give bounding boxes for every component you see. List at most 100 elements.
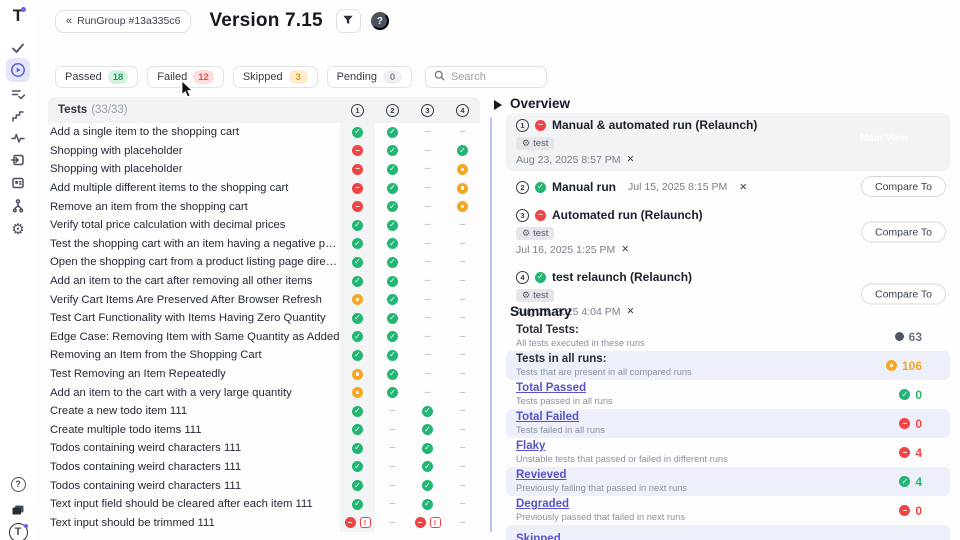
status-cell[interactable]: – bbox=[410, 257, 445, 267]
table-row[interactable]: Edge Case: Removing Item with Same Quant… bbox=[48, 328, 480, 347]
status-cell[interactable] bbox=[445, 164, 480, 175]
table-row[interactable]: Removing an Item from the Shopping Cart✓… bbox=[48, 346, 480, 365]
status-cell[interactable]: ✓ bbox=[340, 421, 375, 440]
status-cell[interactable]: – bbox=[410, 183, 445, 193]
sidebar-item-branches[interactable] bbox=[6, 194, 30, 218]
status-cell[interactable]: – bbox=[445, 127, 480, 137]
filter-chip-pending[interactable]: Pending0 bbox=[327, 66, 412, 88]
status-cell[interactable]: – bbox=[445, 257, 480, 267]
status-cell[interactable]: – bbox=[375, 406, 410, 416]
remove-run-icon[interactable]: ✕ bbox=[621, 244, 629, 255]
status-cell[interactable]: – bbox=[375, 443, 410, 453]
status-cell[interactable]: – bbox=[375, 462, 410, 472]
status-cell[interactable]: – bbox=[410, 164, 445, 174]
status-cell[interactable]: – bbox=[410, 350, 445, 360]
status-cell[interactable]: ✓ bbox=[340, 495, 375, 514]
status-cell[interactable]: ✓ bbox=[375, 238, 410, 249]
status-cell[interactable]: − bbox=[340, 142, 375, 161]
summary-link[interactable]: Skipped bbox=[516, 533, 561, 540]
status-cell[interactable]: ✓ bbox=[340, 272, 375, 291]
remove-run-icon[interactable]: ✕ bbox=[627, 306, 635, 317]
status-cell[interactable]: ✓ bbox=[340, 216, 375, 235]
table-row[interactable]: Add an item to the cart after removing a… bbox=[48, 272, 480, 291]
run-tag[interactable]: ⚙test bbox=[516, 289, 554, 302]
status-cell[interactable]: – bbox=[410, 276, 445, 286]
status-cell[interactable]: ✓ bbox=[375, 201, 410, 212]
status-cell[interactable]: ✓ bbox=[340, 458, 375, 477]
status-cell[interactable]: ✓ bbox=[375, 331, 410, 342]
status-cell[interactable]: – bbox=[410, 202, 445, 212]
summary-link[interactable]: Degraded bbox=[516, 498, 685, 511]
run-item[interactable]: 3−Automated run (Relaunch)⚙testJul 16, 2… bbox=[506, 203, 950, 261]
table-row[interactable]: Test Removing an Item Repeatedly✓–– bbox=[48, 365, 480, 384]
status-cell[interactable]: ✓ bbox=[340, 253, 375, 272]
status-cell[interactable]: ✓ bbox=[375, 127, 410, 138]
status-cell[interactable]: − bbox=[340, 197, 375, 216]
sidebar-item-import[interactable] bbox=[6, 148, 30, 172]
run-column-header[interactable]: 1 bbox=[340, 104, 375, 117]
run-tag[interactable]: ⚙test bbox=[516, 227, 554, 240]
table-row[interactable]: Shopping with placeholder−✓–✓ bbox=[48, 142, 480, 161]
status-cell[interactable]: − bbox=[340, 179, 375, 198]
status-cell[interactable] bbox=[340, 290, 375, 309]
status-cell[interactable]: ✓ bbox=[410, 406, 445, 417]
sidebar-item-settings[interactable]: ⚙ bbox=[6, 217, 30, 241]
status-cell[interactable]: ✓ bbox=[340, 346, 375, 365]
status-cell[interactable]: ✓ bbox=[340, 476, 375, 495]
status-cell[interactable]: ✓ bbox=[375, 220, 410, 231]
status-cell[interactable]: – bbox=[375, 425, 410, 435]
status-cell[interactable]: ✓ bbox=[340, 439, 375, 458]
status-cell[interactable]: ✓ bbox=[375, 257, 410, 268]
table-row[interactable]: Text input field should be cleared after… bbox=[48, 495, 480, 514]
sidebar-item-runs[interactable] bbox=[6, 58, 30, 82]
table-row[interactable]: Todos containing weird characters 111✓–✓… bbox=[48, 439, 480, 458]
status-cell[interactable]: ✓ bbox=[375, 387, 410, 398]
run-number-icon[interactable]: 3 bbox=[516, 209, 529, 222]
status-cell[interactable]: −! bbox=[410, 517, 445, 528]
status-cell[interactable]: – bbox=[445, 443, 480, 453]
summary-link[interactable]: Total Failed bbox=[516, 411, 605, 424]
status-cell[interactable]: – bbox=[445, 406, 480, 416]
status-cell[interactable]: – bbox=[375, 499, 410, 509]
table-row[interactable]: Open the shopping cart from a product li… bbox=[48, 253, 480, 272]
run-item[interactable]: 4✓test relaunch (Relaunch)⚙testAug 25, 2… bbox=[506, 265, 950, 323]
status-cell[interactable]: – bbox=[445, 388, 480, 398]
status-cell[interactable]: – bbox=[410, 332, 445, 342]
run-number-icon[interactable]: 4 bbox=[516, 271, 529, 284]
remove-run-icon[interactable]: ✕ bbox=[739, 182, 747, 193]
sidebar-item-help[interactable]: ? bbox=[6, 472, 30, 496]
status-cell[interactable]: ✓ bbox=[375, 313, 410, 324]
app-logo-icon[interactable]: T bbox=[6, 3, 30, 27]
status-cell[interactable] bbox=[445, 183, 480, 194]
status-cell[interactable]: ✓ bbox=[410, 499, 445, 510]
status-cell[interactable]: – bbox=[445, 276, 480, 286]
compare-to-button[interactable]: Compare To bbox=[861, 222, 946, 243]
table-row[interactable]: Create a new todo item 111✓–✓– bbox=[48, 402, 480, 421]
status-cell[interactable]: ✓ bbox=[340, 309, 375, 328]
sidebar-item-analytics[interactable] bbox=[6, 126, 30, 150]
sidebar-item-plans[interactable] bbox=[6, 82, 30, 106]
status-cell[interactable]: ✓ bbox=[375, 294, 410, 305]
status-cell[interactable]: ✓ bbox=[375, 350, 410, 361]
table-row[interactable]: Add multiple different items to the shop… bbox=[48, 179, 480, 198]
table-row[interactable]: Create multiple todo items 111✓–✓– bbox=[48, 421, 480, 440]
sidebar-item-tests[interactable] bbox=[6, 36, 30, 60]
status-cell[interactable]: – bbox=[445, 332, 480, 342]
status-cell[interactable]: – bbox=[445, 425, 480, 435]
status-cell[interactable]: ✓ bbox=[375, 164, 410, 175]
sidebar-item-account[interactable]: T bbox=[6, 520, 30, 540]
table-row[interactable]: Text input should be trimmed 111−!–−!– bbox=[48, 513, 480, 532]
run-number-icon[interactable]: 4 bbox=[456, 104, 469, 117]
run-column-header[interactable]: 2 bbox=[375, 104, 410, 117]
sidebar-item-reports[interactable] bbox=[6, 171, 30, 195]
comment-icon[interactable]: ! bbox=[360, 517, 371, 528]
status-cell[interactable]: – bbox=[410, 239, 445, 249]
run-column-header[interactable]: 4 bbox=[445, 104, 480, 117]
status-cell[interactable]: ✓ bbox=[410, 461, 445, 472]
filter-chip-passed[interactable]: Passed18 bbox=[55, 66, 138, 88]
compare-to-button[interactable]: Compare To bbox=[861, 176, 946, 197]
table-row[interactable]: Test the shopping cart with an item havi… bbox=[48, 235, 480, 254]
status-cell[interactable]: ✓ bbox=[410, 443, 445, 454]
status-cell[interactable]: – bbox=[445, 239, 480, 249]
status-cell[interactable]: ✓ bbox=[410, 480, 445, 491]
